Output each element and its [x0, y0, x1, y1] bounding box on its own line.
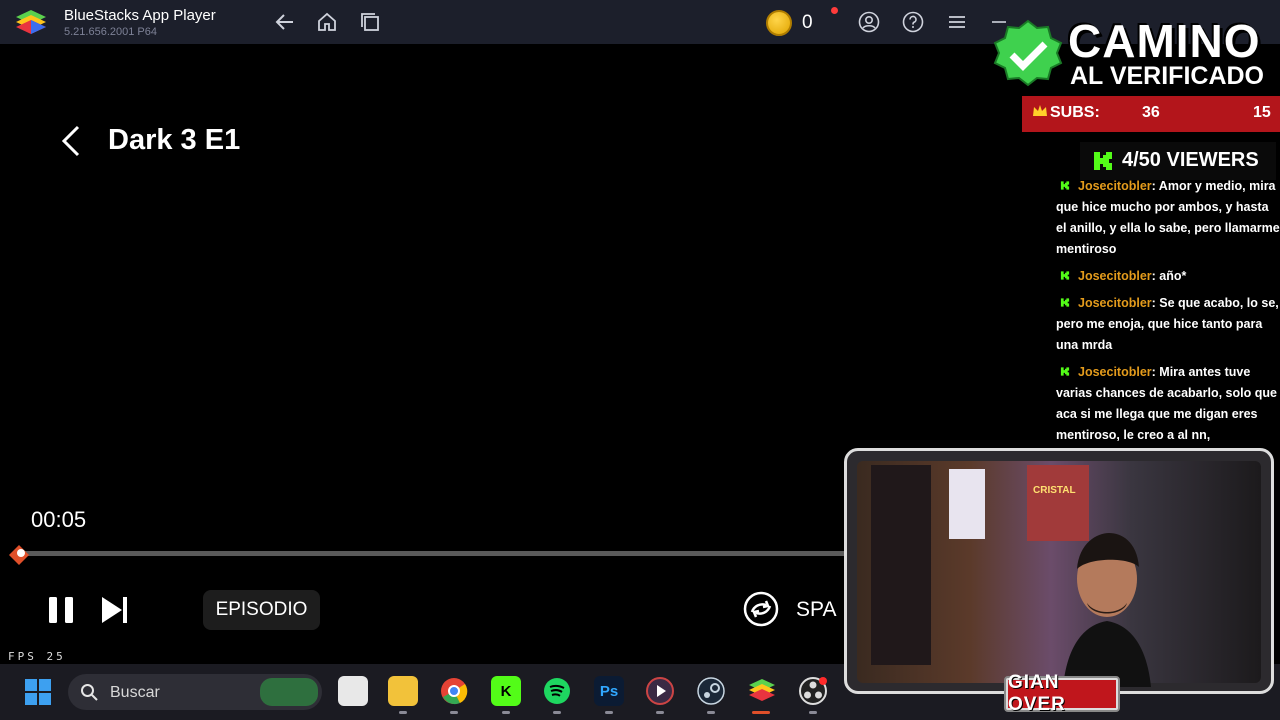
kick-logo-icon: [1094, 152, 1112, 170]
pause-button[interactable]: [46, 594, 76, 626]
kick-badge-icon: [1060, 271, 1070, 280]
app-running-indicator: [502, 711, 510, 714]
recent-apps-icon[interactable]: [359, 11, 381, 33]
chat-message: Josecitobler: Mira antes tuve varias cha…: [1056, 362, 1280, 446]
home-icon[interactable]: [316, 11, 338, 33]
search-highlight-icon: [260, 678, 318, 706]
progress-handle-icon[interactable]: [6, 542, 32, 568]
progress-bar[interactable]: [14, 551, 846, 556]
fps-counter: FPS 25: [8, 650, 66, 663]
chrome-icon[interactable]: [439, 676, 469, 706]
overlay-subtitle: AL VERIFICADO: [1070, 62, 1264, 90]
search-placeholder: Buscar: [110, 684, 160, 701]
search-icon: [81, 684, 98, 701]
viewers-count: 4/50 VIEWERS: [1122, 149, 1259, 171]
episode-title: Dark 3 E1: [108, 124, 241, 156]
app-running-indicator: [399, 711, 407, 714]
banner: [949, 469, 985, 539]
subs-value: 36: [1142, 104, 1160, 121]
subs-goal: 15: [1253, 104, 1271, 121]
steam-icon[interactable]: [696, 676, 726, 706]
timecode: 00:05: [31, 507, 87, 532]
app-running-indicator: [605, 711, 613, 714]
file-explorer-icon[interactable]: [338, 676, 368, 706]
photoshop-icon[interactable]: Ps: [594, 676, 624, 706]
kick-icon[interactable]: K: [491, 676, 521, 706]
coin-icon[interactable]: [766, 10, 792, 36]
chat-message: Josecitobler: Se que acabo, lo se, pero …: [1056, 293, 1280, 356]
speed-label[interactable]: SPA: [796, 598, 836, 622]
back-arrow-icon[interactable]: [274, 11, 296, 33]
streamer-icon: [1063, 533, 1151, 687]
chat-feed: Josecitobler: Amor y medio, mira que hic…: [1056, 176, 1280, 446]
chat-username: Josecitobler: [1078, 365, 1152, 379]
spotify-icon[interactable]: [542, 676, 572, 706]
app-running-indicator: [707, 711, 715, 714]
webcam-feed: CRISTAL: [857, 461, 1261, 687]
fps-value: 25: [46, 650, 66, 663]
bluestacks-taskbar-icon[interactable]: [747, 676, 777, 706]
windows-start-icon[interactable]: [24, 678, 52, 706]
back-chevron-icon[interactable]: [58, 124, 84, 158]
streamer-name: GIAN OVER: [1008, 672, 1116, 715]
speed-icon[interactable]: [742, 590, 780, 628]
crown-icon: [1033, 105, 1047, 116]
episode-button[interactable]: EPISODIO: [203, 590, 320, 630]
chat-message: Josecitobler: año*: [1056, 266, 1280, 287]
menu-icon[interactable]: [946, 11, 968, 33]
chat-text: : año*: [1151, 269, 1187, 283]
coin-count: 0: [802, 12, 813, 33]
webcam-frame: CRISTAL: [844, 448, 1274, 694]
chat-message: Josecitobler: Amor y medio, mira que hic…: [1056, 176, 1280, 260]
chat-username: Josecitobler: [1078, 269, 1152, 283]
app-running-indicator: [450, 711, 458, 714]
shelf: [871, 465, 931, 665]
notification-dot: [831, 7, 838, 14]
chat-username: Josecitobler: [1078, 296, 1152, 310]
poster-text: CRISTAL: [1033, 485, 1076, 496]
kick-badge-icon: [1060, 367, 1070, 376]
account-icon[interactable]: [858, 11, 880, 33]
subs-label: SUBS:: [1050, 104, 1100, 121]
fps-label: FPS: [8, 650, 37, 663]
kick-badge-icon: [1060, 298, 1070, 307]
verified-badge-icon: [993, 19, 1063, 87]
app-active-indicator: [752, 711, 770, 714]
app-running-indicator: [553, 711, 561, 714]
app-running-indicator: [656, 711, 664, 714]
bluestacks-logo: [16, 10, 46, 34]
kick-badge-icon: [1060, 181, 1070, 190]
chat-username: Josecitobler: [1078, 179, 1152, 193]
next-episode-button[interactable]: [98, 594, 130, 626]
app-title: BlueStacks App Player: [64, 7, 216, 24]
app-version: 5.21.656.2001 P64: [64, 26, 157, 38]
overlay-title: CAMINO: [1068, 15, 1261, 67]
media-player-icon[interactable]: [645, 676, 675, 706]
folder-icon[interactable]: [388, 676, 418, 706]
obs-icon[interactable]: [798, 676, 828, 706]
app-running-indicator: [809, 711, 817, 714]
help-icon[interactable]: [902, 11, 924, 33]
